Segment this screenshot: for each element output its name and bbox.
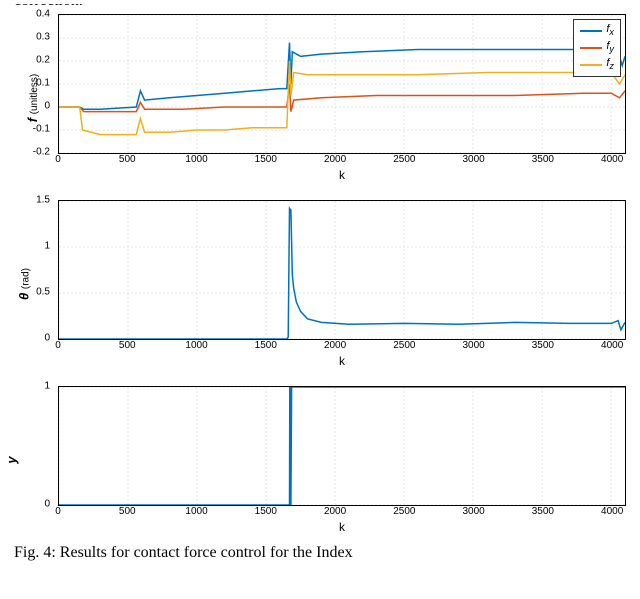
ytick-label: 0.5 bbox=[36, 287, 50, 298]
xtick-label: 1500 bbox=[255, 506, 277, 517]
ytick-label: 0 bbox=[44, 499, 50, 510]
xlabel-y: k bbox=[58, 520, 626, 534]
figure-caption: Fig. 4: Results for contact force contro… bbox=[4, 544, 636, 564]
plot-area-f: fx fy fz bbox=[58, 14, 626, 154]
xtick-label: 2500 bbox=[393, 154, 415, 165]
xtick-label: 1500 bbox=[255, 340, 277, 351]
xtick-label: 4000 bbox=[601, 340, 623, 351]
legend-item-fx: fx bbox=[580, 22, 614, 39]
xlabel-theta: k bbox=[58, 354, 626, 368]
panel-theta: θ (rad) 00.511.5 05001000150020002500300… bbox=[4, 200, 636, 368]
legend-label-fz: fz bbox=[606, 57, 614, 69]
legend-label-fy: fy bbox=[606, 40, 614, 52]
xtick-label: 500 bbox=[119, 154, 136, 165]
plot-area-y bbox=[58, 386, 626, 506]
ytick-label: -0.2 bbox=[33, 147, 50, 158]
figure-container: correction. f (unitless) -0.2-0.100.10.2… bbox=[0, 0, 640, 564]
ytick-label: 0.1 bbox=[36, 78, 50, 89]
ytick-label: 0.2 bbox=[36, 55, 50, 66]
xtick-label: 2500 bbox=[393, 340, 415, 351]
xtick-label: 4000 bbox=[601, 154, 623, 165]
xtick-label: 3000 bbox=[462, 154, 484, 165]
xtick-label: 2000 bbox=[324, 506, 346, 517]
xtick-label: 1000 bbox=[185, 154, 207, 165]
ytick-label: 0 bbox=[44, 101, 50, 112]
legend-item-fy: fy bbox=[580, 39, 614, 56]
xticks-theta: 0 500 1000 1500 2000 2500 3000 3500 4000 bbox=[58, 340, 626, 352]
xtick-label: 0 bbox=[55, 154, 61, 165]
ytick-label: 0.4 bbox=[36, 9, 50, 20]
xtick-label: 1500 bbox=[255, 154, 277, 165]
xtick-label: 500 bbox=[119, 506, 136, 517]
xtick-label: 3000 bbox=[462, 506, 484, 517]
chart-panels: f (unitless) -0.2-0.100.10.20.30.4 fx fy bbox=[4, 14, 636, 534]
xtick-label: 2000 bbox=[324, 340, 346, 351]
xticks-y: 0 500 1000 1500 2000 2500 3000 3500 4000 bbox=[58, 506, 626, 518]
panel-forces: f (unitless) -0.2-0.100.10.20.30.4 fx fy bbox=[4, 14, 636, 182]
yticks-f: -0.2-0.100.10.20.30.4 bbox=[4, 14, 54, 152]
legend-swatch-fy bbox=[580, 47, 602, 49]
ytick-label: 1 bbox=[44, 241, 50, 252]
xtick-label: 0 bbox=[55, 340, 61, 351]
fragment-above: correction. bbox=[14, 4, 626, 14]
xtick-label: 3500 bbox=[532, 154, 554, 165]
legend-item-fz: fz bbox=[580, 56, 614, 73]
yticks-y: 01 bbox=[4, 386, 54, 504]
legend-swatch-fx bbox=[580, 30, 602, 32]
xtick-label: 3500 bbox=[532, 340, 554, 351]
xlabel-f: k bbox=[58, 168, 626, 182]
plot-svg-y bbox=[59, 387, 625, 505]
xtick-label: 2500 bbox=[393, 506, 415, 517]
xtick-label: 1000 bbox=[185, 340, 207, 351]
legend-swatch-fz bbox=[580, 64, 602, 66]
plot-svg-theta bbox=[59, 201, 625, 339]
xtick-label: 0 bbox=[55, 506, 61, 517]
plot-area-theta bbox=[58, 200, 626, 340]
xtick-label: 3000 bbox=[462, 340, 484, 351]
ytick-label: 1.5 bbox=[36, 195, 50, 206]
ytick-label: -0.1 bbox=[33, 124, 50, 135]
ytick-label: 1 bbox=[44, 381, 50, 392]
xtick-label: 3500 bbox=[532, 506, 554, 517]
xtick-label: 2000 bbox=[324, 154, 346, 165]
plot-svg-f bbox=[59, 15, 625, 153]
ytick-label: 0.3 bbox=[36, 32, 50, 43]
xticks-f: 0 500 1000 1500 2000 2500 3000 3500 4000 bbox=[58, 154, 626, 166]
yticks-theta: 00.511.5 bbox=[4, 200, 54, 338]
xtick-label: 500 bbox=[119, 340, 136, 351]
ytick-label: 0 bbox=[44, 333, 50, 344]
xtick-label: 4000 bbox=[601, 506, 623, 517]
panel-y: y 01 05001000150020002500300035004000 k bbox=[4, 386, 636, 534]
legend-f: fx fy fz bbox=[573, 19, 621, 77]
legend-label-fx: fx bbox=[606, 23, 614, 35]
xtick-label: 1000 bbox=[185, 506, 207, 517]
